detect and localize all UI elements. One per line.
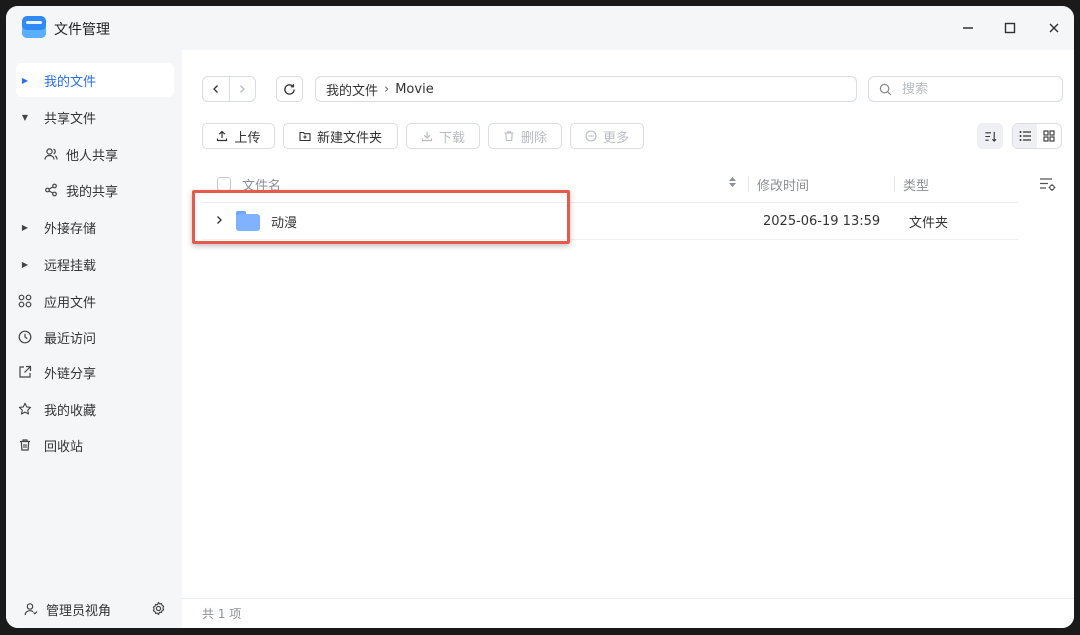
column-divider[interactable] <box>748 176 749 192</box>
new-folder-label: 新建文件夹 <box>316 130 382 146</box>
sidebar-item-trash[interactable]: 回收站 <box>16 428 174 462</box>
share-icon <box>42 183 60 197</box>
download-button[interactable]: 下载 <box>406 123 480 149</box>
history-nav <box>202 76 256 102</box>
sidebar-item-my-files[interactable]: ▶ 我的文件 <box>16 63 174 97</box>
sidebar-item-label: 我的共享 <box>66 184 119 200</box>
breadcrumb[interactable]: 我的文件 › Movie <box>315 76 857 102</box>
trash-icon <box>504 131 514 142</box>
external-link-icon <box>16 365 34 379</box>
caret-down-icon: ▼ <box>21 112 29 122</box>
caret-right-icon: ▶ <box>21 222 29 232</box>
search-input[interactable] <box>900 80 1054 98</box>
minimize-icon <box>963 27 973 29</box>
users-icon <box>42 147 60 161</box>
sidebar-item-label: 我的收藏 <box>44 403 97 419</box>
column-divider[interactable] <box>894 176 895 192</box>
chevron-left-icon <box>212 85 218 93</box>
upload-button[interactable]: 上传 <box>202 123 275 149</box>
file-manager-logo-icon <box>22 16 46 38</box>
column-header-modified[interactable]: 修改时间 <box>757 175 894 194</box>
upload-icon <box>217 130 228 142</box>
sidebar-item-label: 远程挂载 <box>44 258 97 274</box>
chevron-right-icon <box>240 85 246 93</box>
sidebar-item-favorites[interactable]: 我的收藏 <box>16 392 174 426</box>
refresh-button[interactable] <box>276 76 303 102</box>
admin-user-icon <box>24 602 38 620</box>
window-title: 文件管理 <box>54 22 110 38</box>
sidebar-item-label: 我的文件 <box>44 74 97 90</box>
title-bar: 文件管理 <box>6 6 1074 50</box>
download-icon <box>421 131 433 142</box>
sort-arrows-icon[interactable] <box>728 176 742 192</box>
view-toggle <box>1012 123 1062 149</box>
search-box[interactable] <box>868 76 1063 102</box>
caret-right-icon: ▶ <box>21 75 29 85</box>
clock-icon <box>16 330 34 344</box>
breadcrumb-root[interactable]: 我的文件 <box>326 80 378 99</box>
sidebar-item-shared-with-me[interactable]: 他人共享 <box>42 137 174 171</box>
sidebar-item-label: 最近访问 <box>44 331 97 347</box>
list-view-icon <box>1019 131 1031 141</box>
sidebar: ▶ 我的文件 ▼ 共享文件 他人共享 我的共享 ▶ 外接存储 ▶ 远程挂载 应用… <box>6 50 182 628</box>
delete-button[interactable]: 删除 <box>488 123 562 149</box>
sidebar-item-label: 外链分享 <box>44 366 97 382</box>
highlight-box <box>192 190 570 244</box>
admin-view-label: 管理员视角 <box>46 604 112 619</box>
sidebar-item-remote-mount[interactable]: ▶ 远程挂载 <box>16 247 174 281</box>
more-icon <box>585 130 597 142</box>
sidebar-item-label: 回收站 <box>44 439 84 455</box>
column-header-type[interactable]: 类型 <box>903 175 929 194</box>
sidebar-item-label: 应用文件 <box>44 295 97 311</box>
upload-label: 上传 <box>234 130 261 146</box>
forward-button[interactable] <box>228 77 256 101</box>
grid-view-icon <box>1043 130 1055 142</box>
refresh-icon <box>284 83 295 95</box>
sort-button[interactable] <box>977 123 1003 149</box>
download-label: 下载 <box>438 130 465 146</box>
close-icon <box>1049 23 1059 33</box>
grid-view-button[interactable] <box>1037 124 1061 148</box>
sidebar-item-recent[interactable]: 最近访问 <box>16 320 174 354</box>
item-count: 共 1 项 <box>202 607 242 621</box>
settings-gear-icon[interactable] <box>151 601 166 620</box>
file-modified: 2025-06-19 13:59 <box>763 213 881 229</box>
caret-right-icon: ▶ <box>21 259 29 269</box>
status-bar: 共 1 项 <box>182 598 1074 628</box>
sidebar-item-label: 他人共享 <box>66 148 119 164</box>
back-button[interactable] <box>203 77 229 101</box>
sidebar-item-my-shares[interactable]: 我的共享 <box>42 173 174 207</box>
more-label: 更多 <box>602 130 629 146</box>
new-folder-button[interactable]: 新建文件夹 <box>283 123 398 149</box>
trash-icon <box>16 438 34 452</box>
sort-icon <box>984 131 996 142</box>
maximize-icon <box>1004 22 1016 34</box>
more-button[interactable]: 更多 <box>570 123 644 149</box>
minimize-button[interactable] <box>956 16 980 40</box>
breadcrumb-current[interactable]: Movie <box>395 82 433 97</box>
new-folder-icon <box>299 131 311 142</box>
chevron-right-icon: › <box>384 81 390 97</box>
star-icon <box>16 402 34 416</box>
sidebar-item-label: 共享文件 <box>44 111 97 127</box>
sidebar-item-label: 外接存储 <box>44 221 97 237</box>
close-button[interactable] <box>1042 16 1066 40</box>
delete-label: 删除 <box>520 130 547 146</box>
search-icon <box>879 83 892 95</box>
main-panel: 我的文件 › Movie 上传 新建文件夹 下载 删除 更多 <box>182 50 1074 628</box>
sidebar-item-shared-files[interactable]: ▼ 共享文件 <box>16 100 174 134</box>
sidebar-item-external-storage[interactable]: ▶ 外接存储 <box>16 210 174 244</box>
file-manager-window: 文件管理 ▶ 我的文件 ▼ 共享文件 他人共享 我的共享 ▶ 外接存储 ▶ 远程… <box>6 6 1074 628</box>
list-view-button[interactable] <box>1013 124 1037 148</box>
select-all-checkbox[interactable] <box>217 177 231 191</box>
maximize-button[interactable] <box>998 16 1022 40</box>
sidebar-item-link-share[interactable]: 外链分享 <box>16 355 174 389</box>
file-type: 文件夹 <box>909 215 949 231</box>
column-settings-icon[interactable] <box>1039 176 1057 196</box>
apps-icon <box>16 294 34 308</box>
sidebar-item-app-files[interactable]: 应用文件 <box>16 284 174 318</box>
sidebar-footer: 管理员视角 <box>6 590 182 628</box>
